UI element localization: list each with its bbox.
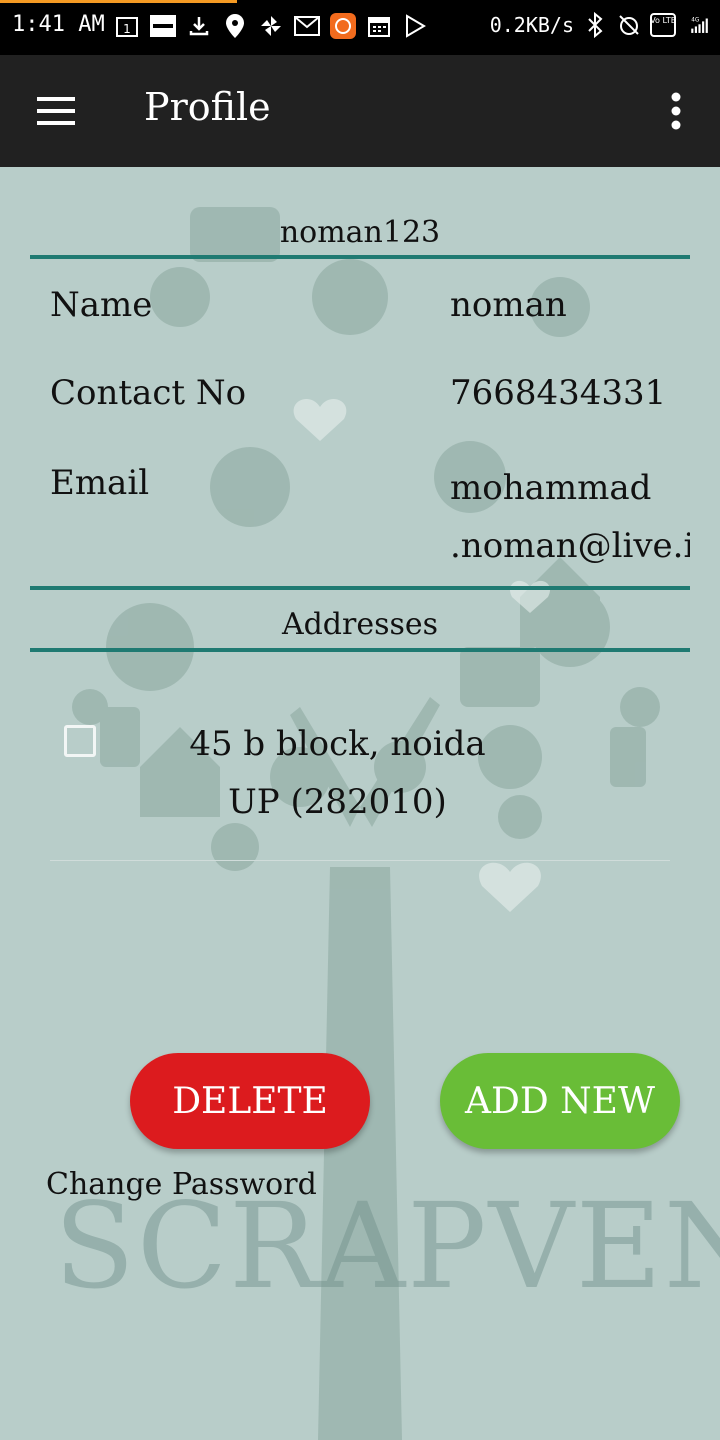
- contact-label: Contact No: [50, 373, 247, 413]
- page-title: Profile: [144, 85, 271, 129]
- app-orange-icon: [330, 13, 356, 39]
- play-store-icon: [402, 13, 428, 39]
- bluetooth-icon: [582, 12, 608, 38]
- divider-line: [30, 586, 690, 590]
- divider-line: [30, 648, 690, 652]
- notification-icons: 1: [114, 13, 428, 39]
- gmail-icon: [294, 13, 320, 39]
- address-divider: [50, 860, 670, 861]
- volte-icon: Vo LTE: [650, 12, 676, 38]
- hamburger-menu-icon[interactable]: [30, 87, 82, 135]
- address-item[interactable]: 45 b block, noida UP (282010): [150, 715, 525, 831]
- email-line-1: mohammad: [450, 468, 652, 508]
- address-line-2: UP (282010): [228, 782, 447, 822]
- change-password-link[interactable]: Change Password: [46, 1167, 317, 1202]
- svg-text:4G: 4G: [691, 17, 699, 23]
- email-value: mohammad .noman@live.i: [450, 459, 690, 569]
- network-speed: 0.2KB/s: [489, 13, 574, 37]
- divider-line: [30, 255, 690, 259]
- status-progress-bar: [0, 0, 237, 3]
- overflow-menu-icon[interactable]: [660, 87, 692, 135]
- email-label: Email: [50, 463, 150, 503]
- username: noman123: [279, 215, 441, 250]
- contact-value: 7668434331: [450, 373, 667, 413]
- zomato-icon: [150, 13, 176, 39]
- name-value: noman: [450, 285, 567, 325]
- svg-text:Vo LTE: Vo LTE: [650, 16, 676, 25]
- calendar-1-icon: 1: [114, 13, 140, 39]
- delete-button[interactable]: DELETE: [130, 1053, 370, 1149]
- address-checkbox[interactable]: [64, 725, 96, 757]
- alarm-off-icon: [616, 12, 642, 38]
- download-icon: [186, 13, 212, 39]
- profile-content: noman123 Name noman Contact No 766843433…: [0, 167, 720, 1440]
- pinwheel-icon: [258, 13, 284, 39]
- swiggy-icon: [222, 13, 248, 39]
- add-new-button[interactable]: ADD NEW: [440, 1053, 680, 1149]
- signal-icon: 4G: [684, 12, 710, 38]
- svg-text:1: 1: [123, 22, 131, 36]
- name-label: Name: [50, 285, 153, 325]
- addresses-title: Addresses: [281, 607, 439, 642]
- calendar-icon: [366, 13, 392, 39]
- status-bar: 1:41 AM 1 0.2KB/s Vo LTE 4G: [0, 0, 720, 55]
- address-line-1: 45 b block, noida: [189, 724, 486, 764]
- status-time: 1:41 AM: [12, 12, 105, 37]
- app-bar: Profile: [0, 55, 720, 167]
- email-line-2: .noman@live.i: [450, 526, 690, 566]
